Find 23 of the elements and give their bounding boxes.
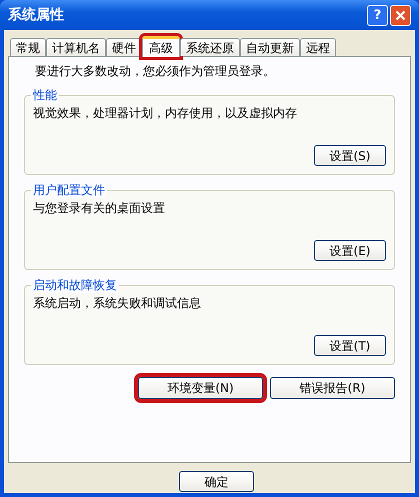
group-description: 视觉效果，处理器计划，内存使用，以及虚拟内存	[33, 105, 298, 122]
help-button[interactable]: ?	[367, 4, 388, 26]
tab[interactable]: 远程	[300, 38, 336, 56]
window-title: 系统属性	[8, 6, 65, 24]
notice-text: 要进行大多数改动，您必须作为管理员登录。	[34, 63, 276, 80]
ok-button[interactable]: 确定	[179, 471, 254, 492]
settings-button[interactable]: 设置(S)	[314, 145, 386, 166]
tab[interactable]: 高级	[142, 36, 180, 57]
tab[interactable]: 系统还原	[180, 38, 240, 56]
group-title: 用户配置文件	[31, 182, 107, 198]
close-button[interactable]	[390, 4, 411, 26]
close-icon	[395, 10, 406, 20]
tab[interactable]: 自动更新	[240, 38, 300, 56]
group-title: 启动和故障恢复	[31, 277, 119, 293]
action-button[interactable]: 错误报告(R)	[270, 377, 395, 399]
tab[interactable]: 计算机名	[46, 38, 106, 56]
settings-button[interactable]: 设置(T)	[314, 335, 386, 356]
tab[interactable]: 常规	[10, 38, 46, 56]
group-title: 性能	[31, 87, 59, 103]
settings-button[interactable]: 设置(E)	[314, 240, 386, 261]
tab[interactable]: 硬件	[106, 38, 142, 56]
group-description: 系统启动，系统失败和调试信息	[33, 295, 202, 312]
group-description: 与您登录有关的桌面设置	[33, 200, 166, 217]
